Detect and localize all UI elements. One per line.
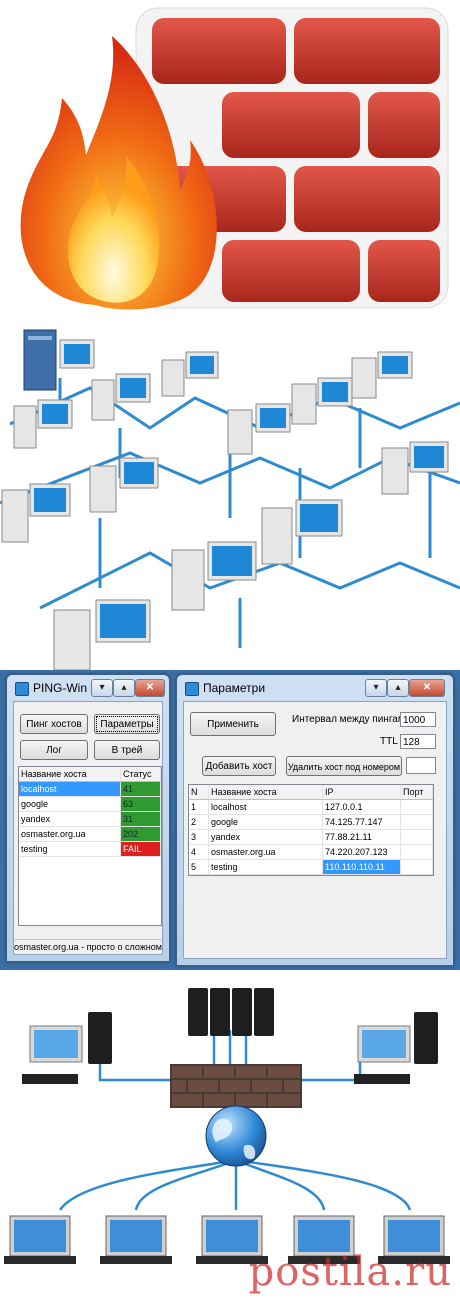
delete-host-button[interactable]: Удалить хост под номером	[286, 756, 402, 776]
column-header-ip[interactable]: IP	[323, 785, 401, 799]
host-cell: testing	[209, 860, 323, 874]
watermark-text: postila.ru	[248, 1249, 452, 1295]
n-cell: 4	[189, 845, 209, 859]
network-illustration	[0, 318, 460, 670]
status-cell: 31	[121, 812, 161, 826]
table-row[interactable]: 2 google 74.125.77.147	[189, 815, 433, 830]
table-row[interactable]: 4 osmaster.org.ua 74.220.207.123	[189, 845, 433, 860]
table-row[interactable]: 5 testing 110.110.110.11	[189, 860, 433, 875]
tray-button[interactable]: В трей	[94, 740, 160, 760]
status-bar: osmaster.org.ua - просто о сложном	[14, 939, 162, 954]
server-icon	[23, 329, 57, 391]
host-cell: yandex	[19, 812, 121, 826]
hosts-status-table: Название хоста Статус localhost 41 googl…	[18, 766, 162, 926]
globe-icon	[205, 1105, 267, 1167]
interval-label: Интервал между пингами	[292, 714, 411, 725]
hosts-config-table: N Название хоста IP Порт 1 localhost 127…	[188, 784, 434, 876]
ip-cell: 74.125.77.147	[323, 815, 401, 829]
host-cell: google	[19, 797, 121, 811]
status-cell: 202	[121, 827, 161, 841]
minimize-button[interactable]: ▾	[365, 679, 387, 697]
n-cell: 2	[189, 815, 209, 829]
log-button[interactable]: Лог	[20, 740, 88, 760]
maximize-button[interactable]: ▴	[387, 679, 409, 697]
port-cell	[401, 815, 433, 829]
host-cell: osmaster.org.ua	[209, 845, 323, 859]
column-header-host[interactable]: Название хоста	[209, 785, 323, 799]
add-host-button[interactable]: Добавить хост	[202, 756, 276, 776]
column-header-status[interactable]: Статус	[121, 767, 161, 781]
table-row[interactable]: 1 localhost 127.0.0.1	[189, 800, 433, 815]
host-cell: testing	[19, 842, 121, 856]
ip-cell: 127.0.0.1	[323, 800, 401, 814]
apply-button[interactable]: Применить	[190, 712, 276, 736]
app-icon	[185, 682, 199, 696]
n-cell: 1	[189, 800, 209, 814]
ttl-label: TTL	[380, 736, 398, 747]
table-row[interactable]: yandex 31	[19, 812, 161, 827]
interval-input[interactable]: 1000	[400, 712, 436, 727]
app-icon	[15, 682, 29, 696]
ping-hosts-button[interactable]: Пинг хостов	[20, 714, 88, 734]
firewall-icon	[20, 7, 449, 310]
column-header-port[interactable]: Порт	[401, 785, 433, 799]
host-cell: google	[209, 815, 323, 829]
protected-network-illustration: postila.ru	[0, 970, 460, 1311]
table-row[interactable]: testing FAIL	[19, 842, 161, 857]
status-cell: 41	[121, 782, 161, 796]
column-header-n[interactable]: N	[189, 785, 209, 799]
params-titlebar[interactable]: Параметри ▾ ▴ ✕	[177, 675, 453, 701]
column-header-host[interactable]: Название хоста	[19, 767, 121, 781]
host-cell: osmaster.org.ua	[19, 827, 121, 841]
window-title: PING-Win	[33, 681, 87, 695]
ip-cell: 110.110.110.11	[323, 860, 401, 874]
table-row[interactable]: osmaster.org.ua 202	[19, 827, 161, 842]
minimize-button[interactable]: ▾	[91, 679, 113, 697]
host-cell: localhost	[209, 800, 323, 814]
params-window: Параметри ▾ ▴ ✕ Применить Интервал между…	[176, 674, 454, 966]
ping-win-titlebar[interactable]: PING-Win ▾ ▴ ✕	[7, 675, 169, 701]
app-screenshot: PING-Win ▾ ▴ ✕ Пинг хостов Параметры Лог…	[0, 670, 460, 970]
close-button[interactable]: ✕	[135, 679, 165, 697]
host-cell: localhost	[19, 782, 121, 796]
ip-cell: 74.220.207.123	[323, 845, 401, 859]
port-cell	[401, 845, 433, 859]
ip-cell: 77.88.21.11	[323, 830, 401, 844]
network-computers-icon	[0, 329, 460, 670]
delete-number-input[interactable]	[406, 757, 436, 774]
table-row[interactable]: google 63	[19, 797, 161, 812]
host-cell: yandex	[209, 830, 323, 844]
n-cell: 5	[189, 860, 209, 874]
ping-win-window: PING-Win ▾ ▴ ✕ Пинг хостов Параметры Лог…	[6, 674, 170, 962]
brick-wall-icon	[170, 1064, 302, 1108]
table-header: Название хоста Статус	[19, 767, 161, 782]
port-cell	[401, 860, 433, 874]
port-cell	[401, 830, 433, 844]
table-header: N Название хоста IP Порт	[189, 785, 433, 800]
window-title: Параметри	[203, 681, 266, 695]
n-cell: 3	[189, 830, 209, 844]
table-row[interactable]: 3 yandex 77.88.21.11	[189, 830, 433, 845]
table-row[interactable]: localhost 41	[19, 782, 161, 797]
status-cell: 63	[121, 797, 161, 811]
params-button[interactable]: Параметры	[94, 714, 160, 734]
maximize-button[interactable]: ▴	[113, 679, 135, 697]
firewall-illustration	[0, 0, 460, 318]
params-client: Применить Интервал между пингами 1000 TT…	[183, 701, 447, 959]
status-cell: FAIL	[121, 842, 161, 856]
ping-win-client: Пинг хостов Параметры Лог В трей Названи…	[13, 701, 163, 955]
ttl-input[interactable]: 128	[400, 734, 436, 749]
close-button[interactable]: ✕	[409, 679, 445, 697]
port-cell	[401, 800, 433, 814]
